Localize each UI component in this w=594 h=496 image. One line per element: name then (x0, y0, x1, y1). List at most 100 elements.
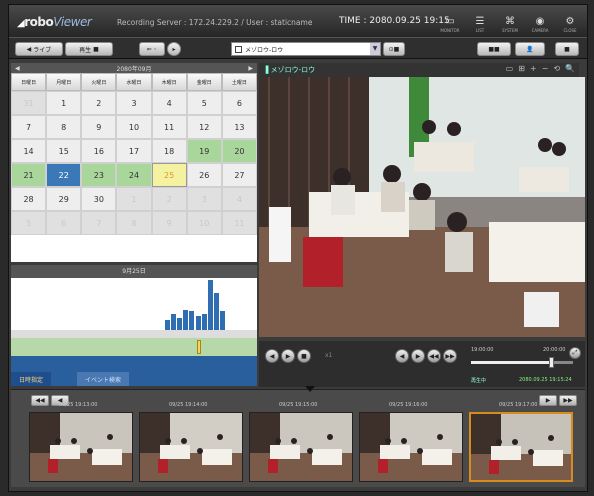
settings-icon[interactable]: ⚙ CLOSE (557, 9, 583, 33)
calendar-day[interactable]: 31 (11, 91, 47, 115)
camera-icon[interactable]: ◉ CAMERA (527, 9, 553, 33)
toolbar-glyph: ☰ (475, 16, 485, 27)
forward-button[interactable]: ▸ (167, 42, 181, 56)
calendar-day[interactable]: 21 (11, 163, 47, 187)
title-bar: ◢roboViewer Recording Server : 172.24.22… (9, 5, 587, 37)
calendar-day[interactable]: 24 (116, 163, 152, 187)
prev-page-button[interactable]: ◀◀ (31, 395, 49, 406)
video-view[interactable] (259, 77, 585, 337)
calendar-day[interactable]: 23 (81, 163, 117, 187)
calendar-day[interactable]: 2 (151, 187, 187, 211)
stop-icon[interactable]: ■ (297, 349, 311, 363)
calendar-day[interactable]: 12 (186, 115, 222, 139)
list-icon[interactable]: ☰ LIST (467, 9, 493, 33)
calendar-day[interactable]: 30 (81, 187, 117, 211)
step-forward-icon[interactable]: ▶ (411, 349, 425, 363)
video-tool-icon[interactable]: 🔍 (565, 64, 575, 73)
calendar-day[interactable]: 11 (151, 115, 187, 139)
fast-rewind-icon[interactable]: ◀◀ (427, 349, 441, 363)
calendar-day[interactable]: 9 (151, 211, 187, 235)
fast-forward-icon[interactable]: ▶▶ (443, 349, 457, 363)
calendar-day[interactable]: 15 (46, 139, 82, 163)
thumbnail-image (30, 413, 132, 481)
calendar-day[interactable]: 19 (186, 139, 222, 163)
start-time: 19:00:00 (471, 347, 494, 353)
calendar-day[interactable]: 4 (221, 187, 257, 211)
calendar-day[interactable]: 18 (151, 139, 187, 163)
calendar-day[interactable]: 29 (46, 187, 82, 211)
main-toolbar: ◀ ライブ 再生 ■ ⇐ ◦ ▸ メゾロウ-ロウ ▼ ⊙■ ■■ 👤 ■ (9, 37, 587, 59)
month-label: 2080年09月 (116, 65, 152, 73)
calendar-day[interactable]: 27 (221, 163, 257, 187)
thumbnail-frame[interactable] (249, 412, 353, 482)
tab-event-search[interactable]: イベント検索 (77, 372, 130, 386)
slider-knob[interactable] (548, 357, 554, 368)
calendar-day[interactable]: 28 (11, 187, 47, 211)
video-tool-icon[interactable]: − (542, 64, 549, 73)
calendar-day[interactable]: 5 (186, 91, 222, 115)
config-icon[interactable]: ⌘ SYSTEM (497, 9, 523, 33)
calendar-day[interactable]: 22 (46, 163, 82, 187)
timeline-bar[interactable] (11, 338, 257, 356)
calendar-day[interactable]: 7 (11, 115, 47, 139)
snapshot-icon[interactable]: ⤢ (569, 347, 581, 359)
calendar-day[interactable]: 8 (116, 211, 152, 235)
playback-slider[interactable] (471, 357, 573, 368)
next-button[interactable]: ▶ (539, 395, 557, 406)
camera-checkbox[interactable] (235, 45, 242, 53)
video-tool-icon[interactable]: + (530, 64, 537, 73)
calendar-day[interactable]: 6 (46, 211, 82, 235)
toolbar-label: CAMERA (531, 28, 549, 33)
toolbar-glyph: ⌘ (505, 16, 515, 27)
thumbnail-frame[interactable] (469, 412, 573, 482)
video-tool-icon[interactable]: ⟲ (553, 64, 560, 73)
calendar-day[interactable]: 10 (116, 115, 152, 139)
calendar-day[interactable]: 1 (116, 187, 152, 211)
play-icon[interactable]: ▶ (281, 349, 295, 363)
user-button[interactable]: 👤 (515, 42, 545, 56)
calendar-day[interactable]: 10 (186, 211, 222, 235)
video-tool-icon[interactable]: ⊞ (518, 64, 525, 73)
thumbnail-frame[interactable] (29, 412, 133, 482)
calendar-day[interactable]: 3 (186, 187, 222, 211)
camera-apply-button[interactable]: ⊙■ (383, 42, 405, 56)
timeline-cursor[interactable] (197, 340, 202, 354)
calendar-day[interactable]: 20 (221, 139, 257, 163)
thumbnail-frame[interactable] (359, 412, 463, 482)
step-back-icon[interactable]: ◀ (395, 349, 409, 363)
calendar-day[interactable]: 8 (46, 115, 82, 139)
monitor-icon[interactable]: ▭ MONITOR (437, 9, 463, 33)
recording-histogram[interactable] (11, 278, 257, 338)
calendar-day[interactable]: 14 (11, 139, 47, 163)
calendar-day[interactable]: 6 (221, 91, 257, 115)
back-button[interactable]: ⇐ ◦ (139, 42, 165, 56)
calendar-day[interactable]: 7 (81, 211, 117, 235)
calendar-day[interactable]: 17 (116, 139, 152, 163)
calendar-day[interactable]: 16 (81, 139, 117, 163)
calendar-day[interactable]: 4 (151, 91, 187, 115)
calendar-day[interactable]: 11 (221, 211, 257, 235)
camera-select[interactable]: メゾロウ-ロウ ▼ (231, 42, 381, 56)
live-button[interactable]: ◀ ライブ (15, 42, 63, 56)
next-page-button[interactable]: ▶▶ (559, 395, 577, 406)
next-month-icon[interactable]: ▶ (248, 65, 253, 72)
calendar-day[interactable]: 13 (221, 115, 257, 139)
calendar-day[interactable]: 1 (46, 91, 82, 115)
thumbnail-image (140, 413, 242, 481)
calendar-day[interactable]: 25 (151, 163, 187, 187)
calendar-day[interactable]: 5 (11, 211, 47, 235)
layout-button[interactable]: ■■ (477, 42, 511, 56)
tab-datetime[interactable]: 日時指定 (11, 372, 52, 386)
panel-button[interactable]: ■ (555, 42, 579, 56)
calendar-day[interactable]: 9 (81, 115, 117, 139)
chevron-down-icon[interactable]: ▼ (370, 43, 380, 55)
video-tool-icon[interactable]: ▭ (506, 64, 514, 73)
rewind-icon[interactable]: ◀ (265, 349, 279, 363)
title-toolbar: ▭ MONITOR ☰ LIST ⌘ SYSTEM ◉ CAMERA ⚙ CLOSE (437, 9, 583, 33)
thumbnail-frame[interactable] (139, 412, 243, 482)
calendar-day[interactable]: 3 (116, 91, 152, 115)
calendar-day[interactable]: 26 (186, 163, 222, 187)
prev-month-icon[interactable]: ◀ (15, 65, 20, 72)
calendar-day[interactable]: 2 (81, 91, 117, 115)
playback-button[interactable]: 再生 ■ (65, 42, 113, 56)
